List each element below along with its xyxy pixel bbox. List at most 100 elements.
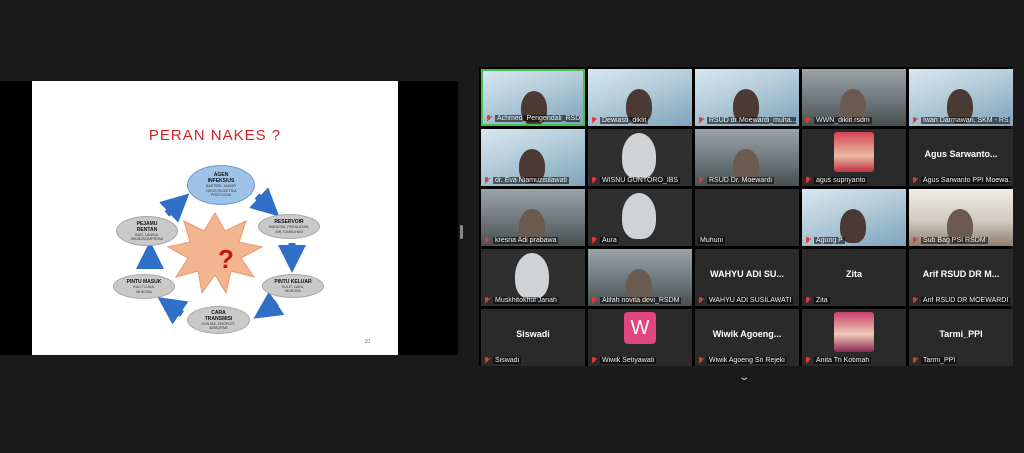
participant-tile[interactable]: W Wiwik Setiyawati [588, 309, 692, 366]
mic-muted-icon [591, 237, 597, 244]
participant-tile[interactable]: Wiwik Agoeng... Wiwik Agoeng Sri Rejeki [695, 309, 799, 366]
node-pejamu-rentan: PEJAMU RENTAN BAYI, LANSIA, IMUNOKOMPROM… [116, 216, 178, 246]
mic-muted-icon [698, 117, 704, 124]
participant-display-name: Wiwik Agoeng... [712, 329, 782, 339]
mic-muted-icon [698, 357, 704, 364]
mic-muted-icon [591, 297, 597, 304]
participant-tile[interactable]: Alifah novita devi_RSDM [588, 249, 692, 306]
participant-display-name: Agus Sarwanto... [924, 149, 998, 159]
participant-name-label: agus supriyanto [805, 177, 903, 184]
mic-muted-icon [484, 177, 490, 184]
participant-name-label: Aura [591, 237, 689, 244]
participant-tile[interactable]: RSUD dr Moewardi_muha... [695, 69, 799, 126]
participant-name-label: Tarmi_PPI [912, 357, 1010, 364]
arrow-keluar-to-transmisi [253, 291, 285, 319]
mic-muted-icon [912, 117, 918, 124]
participant-display-name: Arif RSUD DR M... [922, 269, 1000, 279]
avatar [834, 132, 874, 172]
mic-muted-icon [805, 237, 811, 244]
participant-name-label: WWN_diklit rsdm [805, 117, 903, 124]
participant-name-label: Alifah novita devi_RSDM [591, 297, 689, 304]
participant-gallery: Achmed_Pengendali_RSDM Dewiasti_diklit RSU… [479, 67, 1013, 366]
mic-muted-icon [912, 357, 918, 364]
participant-name-label: WISNU GUNTORO_IBS [591, 177, 689, 184]
mic-muted-icon [805, 357, 811, 364]
participant-name-label: Iwan Darmawan, SKM - RS... [912, 117, 1010, 124]
participant-tile[interactable]: Anita Tri Kotimah [802, 309, 906, 366]
participant-name-label: Arif RSUD DR MOEWARDI ... [912, 297, 1010, 304]
mic-muted-icon [912, 237, 918, 244]
explosion-star-shape [166, 212, 264, 295]
mic-muted-icon [698, 177, 704, 184]
participant-video [622, 133, 656, 179]
slide-page-number: 10 [364, 339, 370, 345]
mic-muted-icon [912, 297, 918, 304]
participant-tile[interactable]: RSUD Dr. Moewardi [695, 129, 799, 186]
participant-name-label: Wiwik Agoeng Sri Rejeki [698, 357, 796, 364]
mic-muted-icon [484, 357, 490, 364]
chevron-down-icon[interactable]: ⌄ [738, 372, 750, 383]
participant-tile[interactable]: Aura [588, 189, 692, 246]
participant-tile[interactable]: Iwan Darmawan, SKM - RS... [909, 69, 1013, 126]
mic-muted-icon [698, 297, 704, 304]
presentation-slide: PERAN NAKES ? ? AGEN INFEKSIUS BAKTERI, … [32, 81, 398, 355]
participant-name-label: Muskhitokhul Janah [484, 297, 582, 304]
participant-tile[interactable]: WWN_diklit rsdm [802, 69, 906, 126]
participant-tile[interactable]: Muhuni [695, 189, 799, 246]
participant-tile[interactable]: dr. Eva Niamuzisilawati [481, 129, 585, 186]
mic-muted-icon [591, 357, 597, 364]
participant-name-label: RSUD dr Moewardi_muha... [698, 117, 796, 124]
arrow-agen-to-reservoir [249, 187, 280, 217]
participant-tile[interactable]: Tarmi_PPI Tarmi_PPI [909, 309, 1013, 366]
mic-muted-icon [805, 117, 811, 124]
participant-tile[interactable]: Achmed_Pengendali_RSDM [481, 69, 585, 126]
participant-tile[interactable]: WAHYU ADI SU... WAHYU ADI SUSILAWATI [695, 249, 799, 306]
mic-muted-icon [805, 297, 811, 304]
split-resize-handle[interactable] [460, 225, 463, 239]
participant-tile[interactable]: Zita Zita [802, 249, 906, 306]
participant-tile[interactable]: Dewiasti_diklit [588, 69, 692, 126]
participant-tile[interactable]: Siswadi Siswadi [481, 309, 585, 366]
participant-name-label: Muhuni [698, 237, 725, 244]
shared-screen[interactable]: PERAN NAKES ? ? AGEN INFEKSIUS BAKTERI, … [0, 81, 458, 355]
mic-muted-icon [484, 297, 490, 304]
participant-name-label: kresna Adi prabawa [484, 237, 582, 244]
mic-muted-icon [805, 177, 811, 184]
mic-muted-icon [912, 177, 918, 184]
avatar [834, 312, 874, 352]
node-reservoir: RESERVOIR MANUSIA, PERALATAN, AIR,TUMBUH… [258, 214, 320, 239]
participant-tile[interactable]: WISNU GUNTORO_IBS [588, 129, 692, 186]
participant-name-label: Siswadi [484, 357, 582, 364]
participant-video [622, 193, 656, 239]
participant-tile[interactable]: Agung P [802, 189, 906, 246]
participant-name-label: Achmed_Pengendali_RSDM [486, 115, 580, 122]
node-cara-transmisi: CARA TRANSMISI KONTAK, DROPLET, AIRBORNE [187, 306, 250, 334]
arrow-transmisi-to-masuk [157, 297, 189, 325]
participant-name-label: Wiwik Setiyawati [591, 357, 689, 364]
participant-display-name: Siswadi [516, 329, 550, 339]
node-pintu-masuk: PINTU MASUK KULIT LUKA, MUKOSA [113, 274, 175, 299]
participant-tile[interactable]: Sub Bag PSI RSDM [909, 189, 1013, 246]
participant-name-label: Agung P [805, 237, 903, 244]
arrow-pejamu-to-agen [159, 193, 190, 223]
participant-display-name: WAHYU ADI SU... [710, 269, 784, 279]
node-agen-infeksius: AGEN INFEKSIUS BAKTERI, JAMUR VIRUS,RICK… [187, 165, 255, 205]
mic-muted-icon [591, 177, 597, 184]
avatar: W [624, 312, 656, 344]
question-mark: ? [218, 244, 234, 274]
participant-name-label: WAHYU ADI SUSILAWATI [698, 297, 796, 304]
mic-muted-icon [591, 117, 597, 124]
mic-muted-icon [484, 237, 490, 244]
participant-name-label: Zita [805, 297, 903, 304]
participant-tile[interactable]: Arif RSUD DR M... Arif RSUD DR MOEWARDI .… [909, 249, 1013, 306]
mic-muted-icon [486, 115, 492, 122]
participant-name-label: RSUD Dr. Moewardi [698, 177, 796, 184]
participant-tile[interactable]: Agus Sarwanto... Agus Sarwanto PPI Moewa.… [909, 129, 1013, 186]
participant-tile[interactable]: agus supriyanto [802, 129, 906, 186]
participant-tile[interactable]: kresna Adi prabawa [481, 189, 585, 246]
participant-display-name: Tarmi_PPI [939, 329, 983, 339]
participant-name-label: Anita Tri Kotimah [805, 357, 903, 364]
participant-video [515, 253, 549, 299]
participant-tile[interactable]: Muskhitokhul Janah [481, 249, 585, 306]
participant-name-label: Dewiasti_diklit [591, 117, 689, 124]
